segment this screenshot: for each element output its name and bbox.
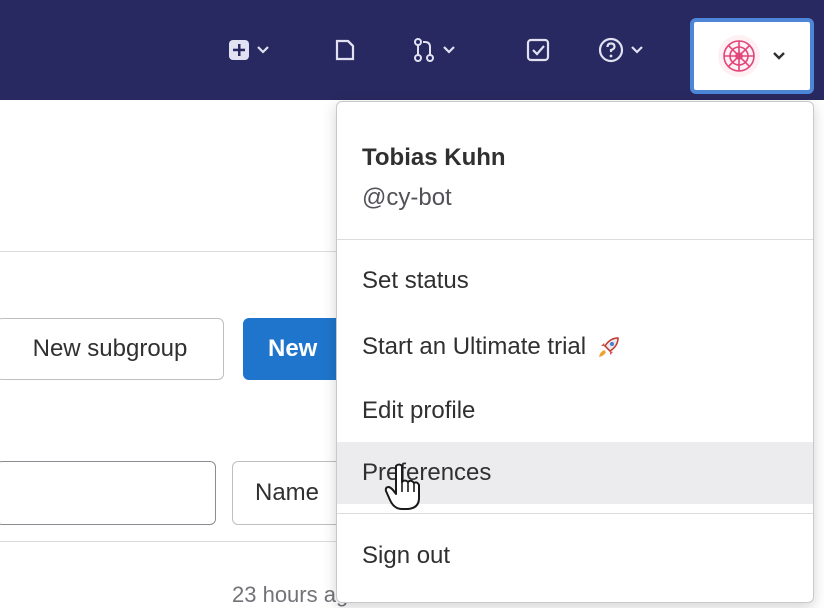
menu-divider bbox=[337, 513, 813, 514]
todo-icon bbox=[526, 38, 550, 62]
menu-item-label: Set status bbox=[362, 267, 469, 294]
chevron-down-icon bbox=[257, 46, 269, 54]
chevron-down-icon bbox=[631, 46, 643, 54]
edit-profile-item[interactable]: Edit profile bbox=[337, 380, 813, 442]
user-menu-toggle[interactable] bbox=[690, 18, 814, 94]
create-new-button[interactable] bbox=[228, 30, 270, 70]
merge-request-icon bbox=[414, 38, 434, 62]
preferences-item[interactable]: Preferences bbox=[337, 442, 813, 504]
set-status-item[interactable]: Set status bbox=[337, 250, 813, 312]
divider bbox=[0, 541, 340, 542]
search-input[interactable] bbox=[0, 461, 216, 525]
avatar bbox=[718, 35, 760, 77]
menu-item-label: Sign out bbox=[362, 542, 451, 569]
sign-out-item[interactable]: Sign out bbox=[337, 525, 813, 587]
rocket-icon bbox=[596, 334, 622, 360]
menu-item-label: Start an Ultimate trial bbox=[362, 333, 587, 360]
top-navbar bbox=[0, 0, 824, 100]
issues-icon bbox=[335, 39, 355, 61]
chevron-down-icon bbox=[443, 46, 455, 54]
new-subgroup-button[interactable]: New subgroup bbox=[0, 318, 224, 380]
menu-item-label: Preferences bbox=[362, 459, 492, 486]
menu-divider bbox=[337, 239, 813, 240]
help-icon bbox=[598, 37, 624, 63]
issues-button[interactable] bbox=[334, 30, 356, 70]
help-button[interactable] bbox=[598, 30, 644, 70]
merge-requests-button[interactable] bbox=[412, 30, 456, 70]
divider bbox=[0, 251, 340, 252]
start-ultimate-trial-item[interactable]: Start an Ultimate trial bbox=[337, 316, 813, 378]
avatar-icon bbox=[723, 40, 755, 72]
menu-item-label: Edit profile bbox=[362, 397, 476, 424]
user-name[interactable]: Tobias Kuhn bbox=[362, 144, 506, 172]
user-handle: @cy-bot bbox=[362, 184, 452, 211]
plus-square-icon bbox=[229, 40, 249, 60]
chevron-down-icon bbox=[773, 52, 785, 60]
todo-button[interactable] bbox=[526, 30, 550, 70]
user-dropdown-menu: Tobias Kuhn @cy-bot Set status Start an … bbox=[336, 101, 814, 603]
